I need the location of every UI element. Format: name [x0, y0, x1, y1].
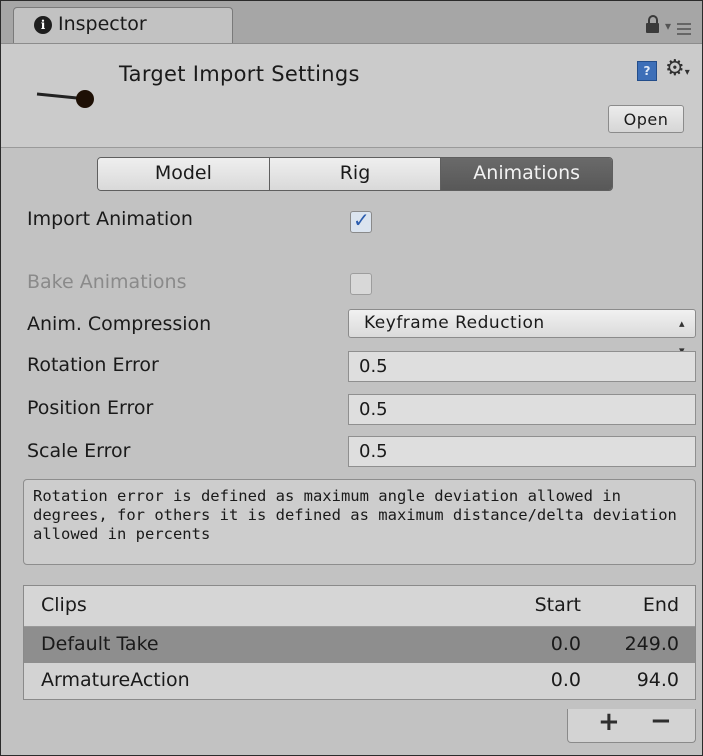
clip-name: ArmatureAction — [41, 669, 190, 691]
scale-error-label: Scale Error — [27, 440, 131, 462]
position-error-label: Position Error — [27, 397, 154, 419]
clip-start: 0.0 — [550, 669, 581, 691]
clips-list: Clips Start End Default Take 0.0 249.0 A… — [23, 585, 696, 700]
menu-icon[interactable] — [665, 19, 695, 37]
tab-rig[interactable]: Rig — [269, 158, 442, 190]
help-icon[interactable]: ? — [637, 61, 657, 81]
add-clip-button[interactable]: + — [598, 707, 620, 737]
lock-icon[interactable] — [646, 15, 659, 33]
clips-footer: + − — [567, 706, 696, 743]
clips-header: Clips Start End — [24, 586, 695, 627]
gear-icon[interactable]: ⚙▾ — [665, 56, 690, 81]
page-title: Target Import Settings — [119, 62, 360, 86]
start-column-header: Start — [534, 594, 581, 616]
clip-start: 0.0 — [550, 633, 581, 655]
scale-error-field[interactable]: 0.5 — [348, 436, 696, 467]
clip-end: 249.0 — [624, 633, 679, 655]
clip-row[interactable]: ArmatureAction 0.0 94.0 — [24, 663, 695, 699]
import-settings-header: Target Import Settings ? ⚙▾ Open — [1, 44, 702, 148]
clip-end: 94.0 — [636, 669, 679, 691]
clip-name: Default Take — [41, 633, 159, 655]
tab-strip: i Inspector — [1, 1, 702, 44]
anim-compression-dropdown[interactable]: Keyframe Reduction ▴▾ — [348, 309, 696, 357]
anim-compression-value: Keyframe Reduction — [364, 313, 545, 333]
tab-model[interactable]: Model — [98, 158, 270, 190]
anim-compression-label: Anim. Compression — [27, 313, 212, 335]
inspector-window: i Inspector Target Import Settings ? ⚙▾ … — [0, 0, 703, 756]
rotation-error-label: Rotation Error — [27, 354, 159, 376]
end-column-header: End — [642, 594, 679, 616]
tab-animations[interactable]: Animations — [441, 158, 612, 190]
compression-help-box: Rotation error is defined as maximum ang… — [23, 479, 696, 565]
clips-column-header: Clips — [41, 594, 87, 616]
open-button[interactable]: Open — [608, 105, 684, 133]
rotation-error-field[interactable]: 0.5 — [348, 351, 696, 382]
model-preview-thumbnail — [36, 90, 94, 108]
clip-row[interactable]: Default Take 0.0 249.0 — [24, 627, 695, 663]
position-error-field[interactable]: 0.5 — [348, 394, 696, 425]
import-animation-checkbox[interactable] — [350, 208, 372, 233]
remove-clip-button[interactable]: − — [650, 706, 672, 736]
tab-label: Inspector — [58, 13, 147, 35]
tab-inspector[interactable]: i Inspector — [13, 7, 233, 43]
bake-animations-label: Bake Animations — [27, 271, 187, 293]
import-tabs: Model Rig Animations — [97, 157, 613, 191]
import-animation-label: Import Animation — [27, 208, 193, 230]
info-icon: i — [34, 16, 52, 34]
bake-animations-checkbox — [350, 273, 372, 295]
